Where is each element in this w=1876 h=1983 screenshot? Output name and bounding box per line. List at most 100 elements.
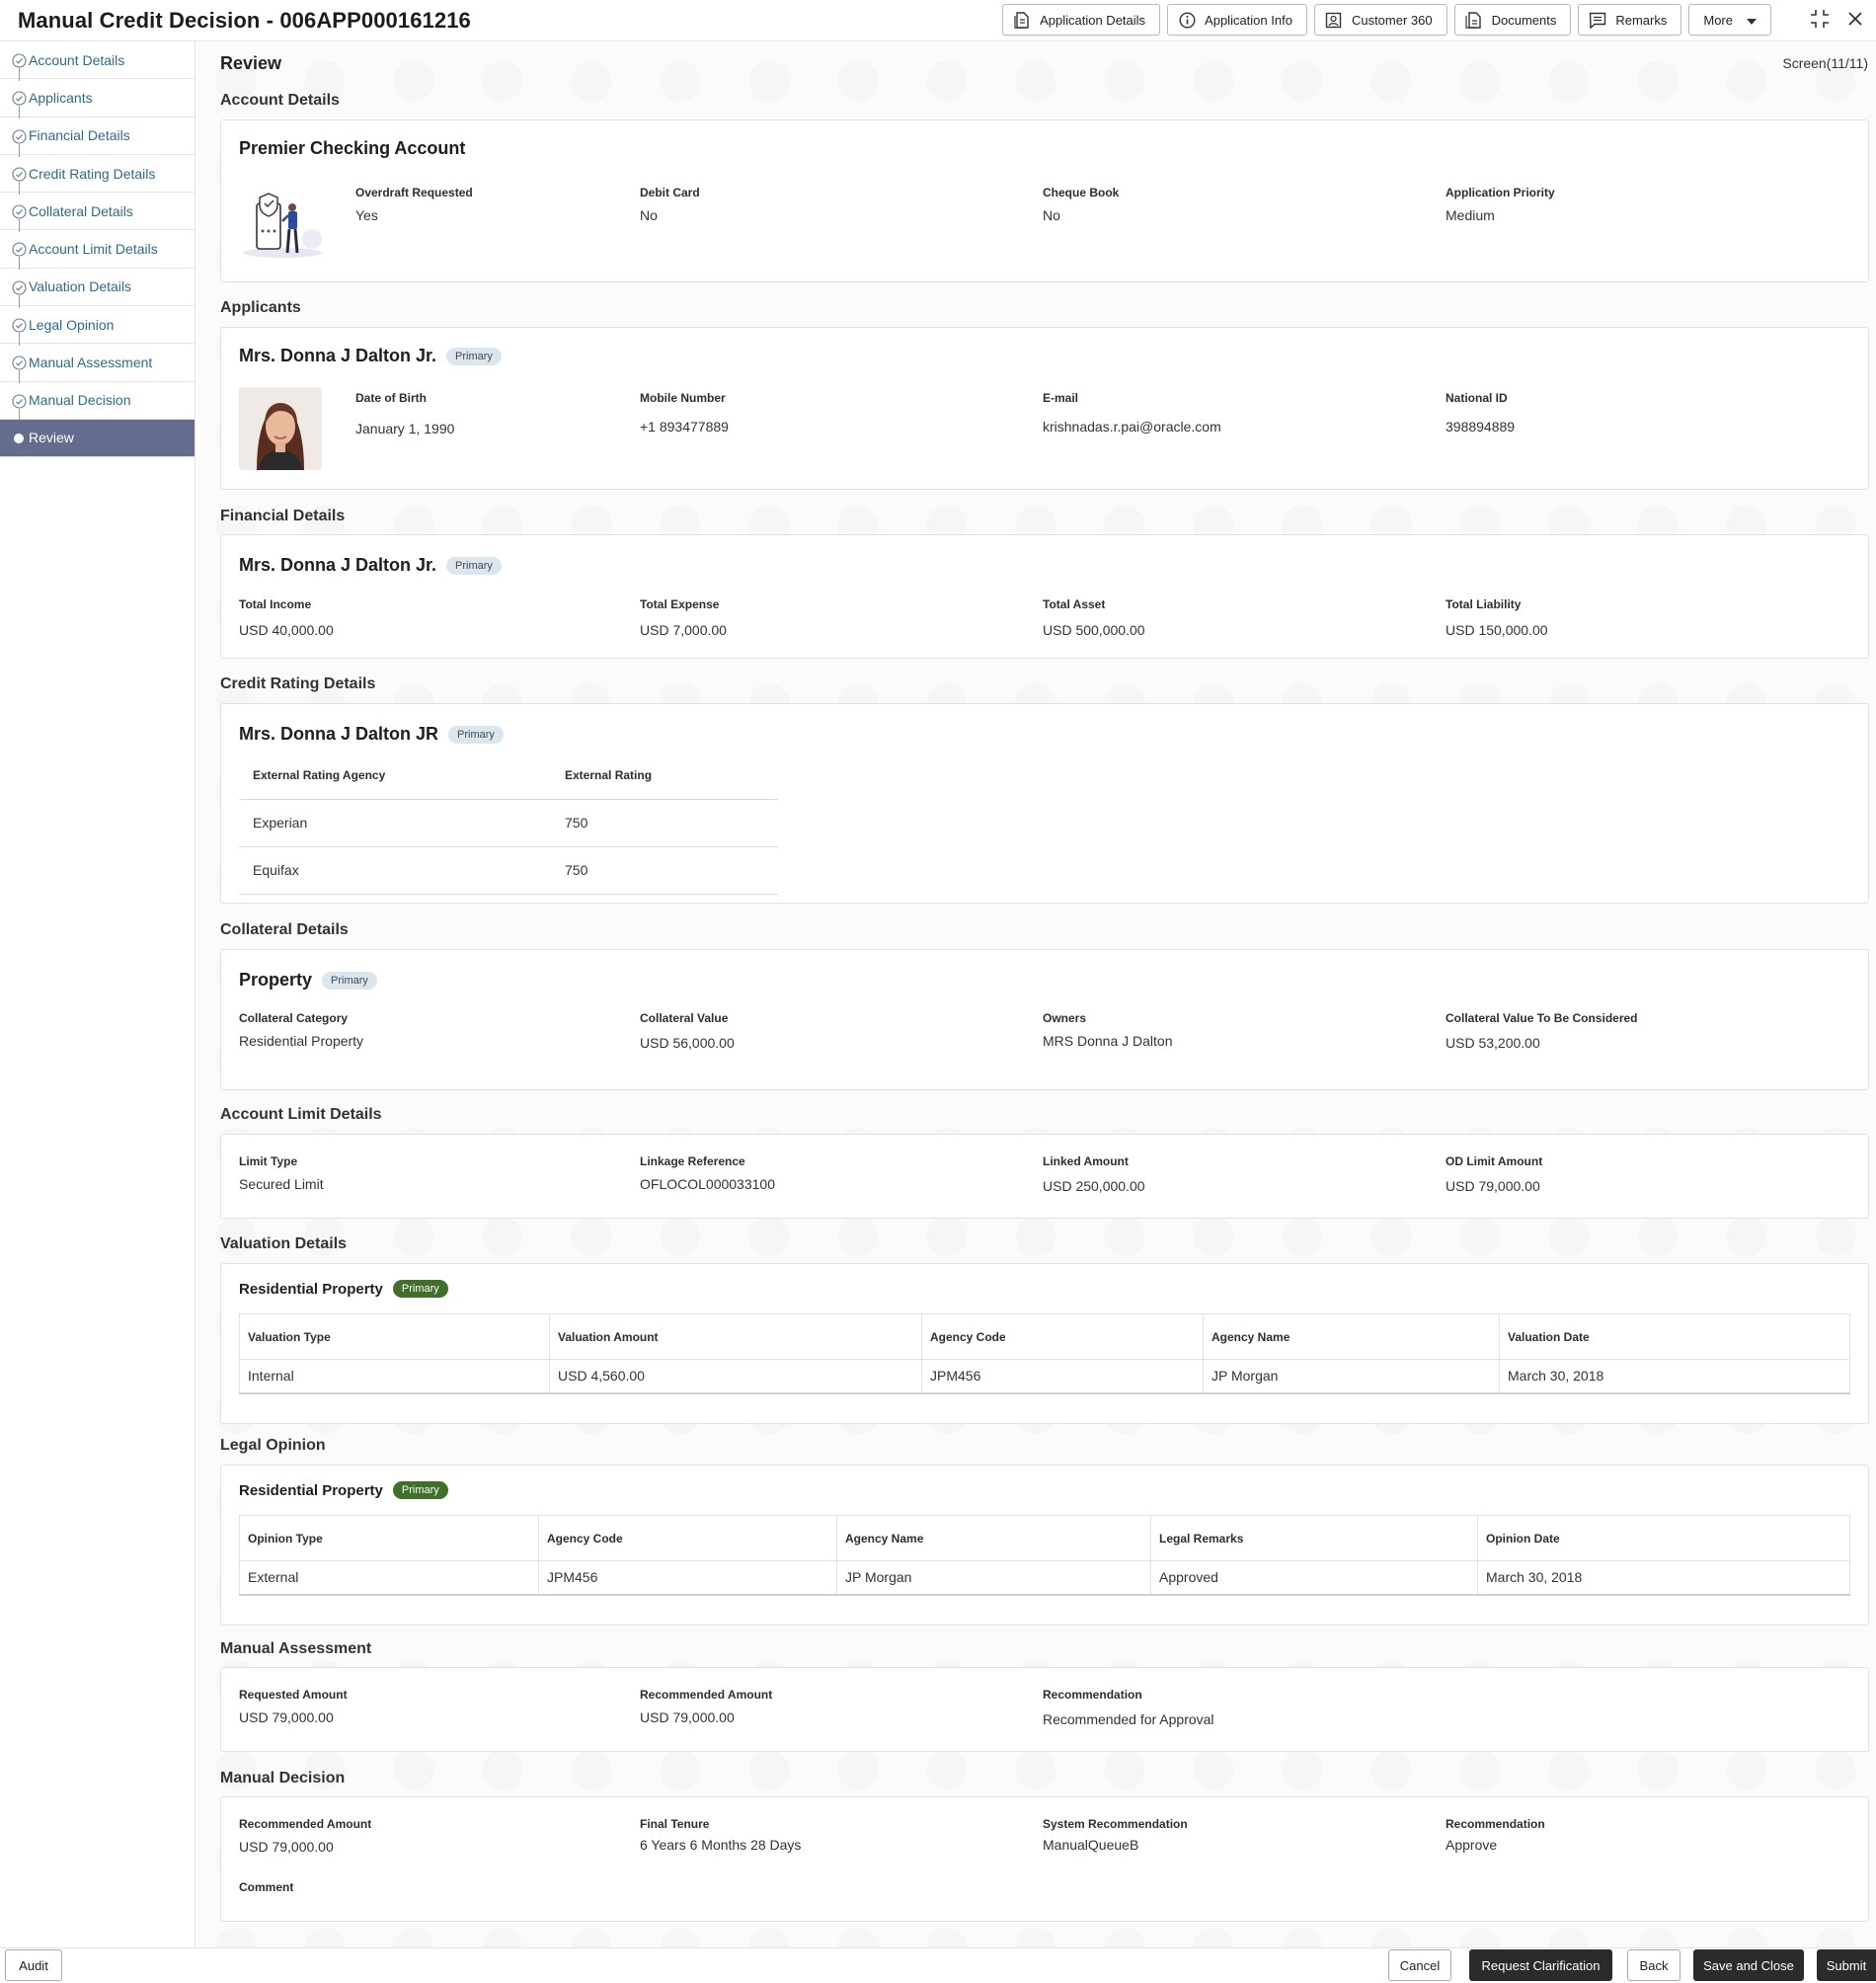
check-circle-icon (12, 91, 27, 106)
sidebar-item-financial-details[interactable]: Financial Details (0, 118, 195, 157)
credit-rating-table: External Rating Agency External Rating E… (239, 752, 778, 895)
column-header: Valuation Type (239, 1313, 550, 1360)
check-circle-icon (12, 204, 27, 219)
table-cell: Approved (1150, 1560, 1478, 1596)
remarks-button[interactable]: Remarks (1578, 4, 1682, 36)
screen-counter: Screen(11/11) (1782, 55, 1868, 71)
table-header-row: Valuation Type Valuation Amount Agency C… (239, 1313, 1850, 1360)
sidebar-item-manual-decision[interactable]: Manual Decision (0, 382, 195, 422)
save-and-close-button[interactable]: Save and Close (1693, 1949, 1804, 1981)
field-value: Approve (1446, 1837, 1498, 1853)
table-header-row: External Rating Agency External Rating (239, 752, 778, 800)
sidebar-item-label: Review (29, 430, 74, 446)
field-value: USD 7,000.00 (640, 622, 727, 638)
customer-360-button[interactable]: Customer 360 (1313, 4, 1447, 36)
field-label: Cheque Book (1043, 186, 1120, 199)
legal-opinion-table: Opinion Type Agency Code Agency Name Leg… (239, 1515, 1850, 1596)
documents-label: Documents (1491, 12, 1557, 28)
field-value: Residential Property (239, 1033, 364, 1049)
submit-button[interactable]: Submit (1817, 1949, 1876, 1981)
column-header: Agency Code (921, 1313, 1204, 1360)
documents-button[interactable]: Documents (1453, 4, 1572, 36)
table-row: Internal USD 4,560.00 JPM456 JP Morgan M… (239, 1359, 1850, 1394)
sidebar-item-label: Legal Opinion (29, 316, 115, 333)
legal-opinion-section-title: Legal Opinion (220, 1437, 326, 1454)
check-circle-icon (12, 356, 27, 370)
field-label: Collateral Value To Be Considered (1446, 1011, 1638, 1025)
field-label: Recommendation (1043, 1688, 1142, 1702)
table-cell: Equifax (239, 846, 551, 895)
sidebar-item-manual-assessment[interactable]: Manual Assessment (0, 344, 195, 384)
application-info-button[interactable]: Application Info (1167, 4, 1307, 36)
review-title: Review (220, 53, 282, 73)
sidebar-item-review[interactable]: Review (0, 419, 195, 457)
table-cell: External (239, 1560, 539, 1596)
page-title: Manual Credit Decision - 006APP000161216 (18, 8, 471, 33)
check-circle-icon (12, 53, 27, 68)
field-value: Yes (355, 207, 378, 223)
sidebar-item-legal-opinion[interactable]: Legal Opinion (0, 306, 195, 347)
field-value: USD 500,000.00 (1043, 622, 1145, 638)
field-label: Recommendation (1446, 1817, 1545, 1831)
current-step-icon (14, 433, 24, 443)
sidebar-item-label: Account Details (29, 51, 125, 68)
field-label: E-mail (1043, 391, 1079, 405)
column-header: Agency Name (1203, 1313, 1500, 1360)
request-clarification-button[interactable]: Request Clarification (1469, 1949, 1612, 1981)
comment-icon (1589, 11, 1606, 29)
check-circle-icon (12, 280, 27, 295)
financial-details-section-title: Financial Details (220, 508, 346, 524)
field-value: Medium (1446, 207, 1495, 223)
field-label: Total Expense (640, 597, 720, 611)
sidebar-item-account-details[interactable]: Account Details (0, 41, 195, 81)
product-name: Premier Checking Account (239, 138, 466, 158)
avatar (239, 387, 322, 470)
field-label: Total Liability (1446, 597, 1522, 611)
column-header: Opinion Type (239, 1515, 539, 1561)
applicant-name: Mrs. Donna J Dalton Jr. (239, 555, 437, 575)
field-value: USD 40,000.00 (239, 622, 334, 638)
column-header: Valuation Amount (549, 1313, 922, 1360)
check-circle-icon (12, 129, 27, 144)
field-value: USD 79,000.00 (640, 1709, 735, 1725)
field-label: Date of Birth (355, 391, 427, 405)
table-cell: JP Morgan (836, 1560, 1151, 1596)
manual-assessment-section-title: Manual Assessment (220, 1640, 372, 1657)
field-value: January 1, 1990 (355, 421, 455, 436)
credit-rating-card: Mrs. Donna J Dalton JR Primary External … (220, 703, 1869, 904)
footer-bar: Audit Cancel Request Clarification Back … (0, 1947, 1876, 1983)
table-cell: 750 (551, 846, 778, 895)
sidebar-item-account-limit-details[interactable]: Account Limit Details (0, 230, 195, 271)
check-circle-icon (12, 167, 27, 182)
table-cell: JP Morgan (1203, 1359, 1500, 1394)
sidebar-item-credit-rating-details[interactable]: Credit Rating Details (0, 155, 195, 195)
maximize-icon[interactable] (1809, 8, 1831, 30)
field-label: Owners (1043, 1011, 1087, 1025)
account-limit-card: Limit Type Secured Limit Linkage Referen… (220, 1134, 1869, 1219)
table-cell: USD 4,560.00 (549, 1359, 922, 1394)
sidebar-item-applicants[interactable]: Applicants (0, 79, 195, 119)
sidebar-item-collateral-details[interactable]: Collateral Details (0, 193, 195, 233)
column-header: Legal Remarks (1150, 1515, 1478, 1561)
column-header: Agency Name (836, 1515, 1151, 1561)
column-header: Valuation Date (1499, 1313, 1850, 1360)
info-icon (1178, 11, 1196, 29)
field-value: Recommended for Approval (1043, 1711, 1214, 1727)
field-value: USD 250,000.00 (1043, 1178, 1145, 1194)
more-dropdown[interactable]: More (1688, 4, 1771, 36)
sidebar-item-valuation-details[interactable]: Valuation Details (0, 269, 195, 308)
audit-button[interactable]: Audit (5, 1949, 62, 1981)
application-details-button[interactable]: Application Details (1002, 4, 1161, 36)
close-icon[interactable] (1844, 8, 1866, 30)
back-button[interactable]: Back (1627, 1949, 1681, 1981)
field-value: No (640, 207, 658, 223)
table-cell: Internal (239, 1359, 550, 1394)
field-value: USD 79,000.00 (239, 1709, 334, 1725)
sidebar-item-label: Account Limit Details (29, 241, 158, 258)
field-value: USD 56,000.00 (640, 1035, 735, 1051)
cancel-button[interactable]: Cancel (1388, 1949, 1451, 1981)
primary-badge: Primary (392, 1280, 448, 1298)
table-row: Experian 750 (239, 799, 778, 847)
step-navigation: Account Details Applicants Financial Detai… (0, 41, 195, 1947)
column-header: Opinion Date (1477, 1515, 1850, 1561)
